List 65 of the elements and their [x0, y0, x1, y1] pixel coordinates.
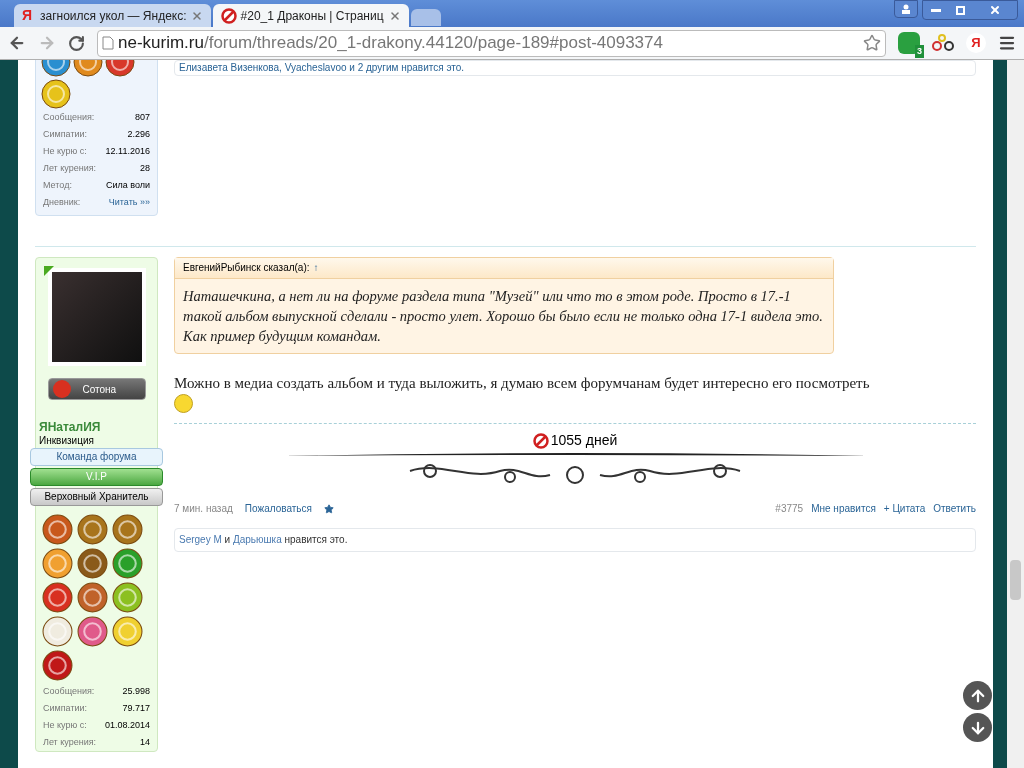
user-name[interactable]: ЯНаталИЯ — [39, 420, 101, 434]
post-time: 7 мин. назад — [174, 502, 233, 516]
rank-title: Сотона — [82, 382, 117, 397]
stat-value: 28 — [140, 162, 150, 175]
stat-label: Лет курения: — [43, 162, 97, 175]
browser-tab[interactable]: #20_1 Драконы | Страниц — [212, 4, 409, 27]
stat-label: Симпатии: — [43, 702, 88, 715]
user-title: Инквизиция — [39, 434, 94, 447]
likes-bar: Елизавета Визенкова, Vyacheslavoo и 2 другим нравится это. — [174, 60, 976, 76]
stat-label: Сообщения: — [43, 685, 95, 698]
post-number-link[interactable]: #3775 — [775, 501, 804, 516]
stat-label: Дневник: — [43, 196, 81, 209]
back-icon[interactable] — [8, 34, 26, 52]
stat-label: Метод: — [43, 179, 72, 192]
stat-label: Не курю с: — [43, 719, 87, 732]
new-tab-button[interactable] — [410, 9, 441, 26]
close-icon[interactable] — [190, 9, 203, 22]
stat-value: 12.11.2016 — [105, 145, 150, 158]
user-banner: Команда форума — [30, 448, 163, 466]
user-banner: V.I.P — [30, 468, 163, 486]
stat-value: 79.717 — [122, 702, 150, 715]
quote-text: Наташечкина, а нет ли на форуме раздела типа "Музей" или что то в этом роде. Просто в 17.-1 такой альбом выпускной сделали - просто улет. Хорошо бы было если не только одна 17-1 видела это. Как пример будущим командам. — [182, 287, 824, 346]
likes-joiner: и — [224, 534, 231, 545]
url-text: ne-kurim.ru/forum/threads/20_1-drakony.44120/page-189#post-4093374 — [118, 32, 664, 55]
address-bar[interactable]: ne-kurim.ru/forum/threads/20_1-drakony.44120/page-189#post-4093374 — [97, 29, 886, 57]
reload-icon[interactable] — [68, 34, 85, 52]
menu-icon[interactable] — [998, 34, 1016, 52]
profile-icon[interactable] — [894, 0, 918, 18]
yandex-logo: Я — [22, 6, 34, 25]
no-smoking-icon — [532, 432, 549, 449]
stat-value: 01.08.2014 — [104, 719, 150, 732]
stat-label: Сообщения: — [43, 111, 95, 124]
tab-title: загноился укол — Яндекс: — [40, 7, 187, 25]
stat-label: Симпатии: — [43, 128, 88, 141]
post-action-link[interactable]: Ответить — [933, 501, 976, 516]
stat-value: Сила воли — [105, 179, 150, 192]
stat-label: Лет курения: — [43, 736, 97, 749]
page-icon — [102, 36, 114, 50]
stat-label: Не курю с: — [43, 145, 87, 158]
message-text: Можно в медиа создать альбом и туда выложить, я думаю всем форумчанам будет интересно его посмотреть — [174, 374, 871, 393]
stat-value: 2.296 — [127, 128, 150, 141]
forum-logo-icon — [220, 7, 237, 24]
stat-value: 807 — [134, 111, 150, 124]
signature-text: 1055 дней — [550, 431, 618, 450]
stat-value: 25.998 — [122, 685, 150, 698]
likes-suffix: нравится это. — [284, 534, 348, 545]
diary-link[interactable]: Читать »» — [108, 194, 150, 211]
browser-tab[interactable]: Я загноился укол — Яндекс: — [14, 4, 211, 27]
post-action-link[interactable]: Мне нравится — [811, 501, 876, 516]
close-icon[interactable] — [388, 9, 401, 22]
close-icon — [989, 4, 1001, 16]
user-banner: Верховный Хранитель — [30, 488, 163, 506]
user-link[interactable]: Дарьюшка — [232, 534, 282, 545]
star-icon[interactable] — [324, 503, 334, 514]
report-link[interactable]: Пожаловаться — [244, 501, 312, 516]
quote-author: ЕвгенийРыбинск сказал(а): — [183, 261, 310, 275]
user-link[interactable]: Sergey M — [179, 534, 222, 545]
bookmark-star-icon[interactable] — [863, 34, 881, 52]
tab-title: #20_1 Драконы | Страниц — [240, 7, 385, 25]
post-action-link[interactable]: + Цитата — [883, 501, 926, 516]
jump-link[interactable]: ↑ — [313, 258, 319, 278]
scrollbar[interactable] — [1007, 60, 1024, 768]
yandex-logo-icon[interactable]: Я — [966, 33, 986, 53]
extension-badge: 3 — [915, 44, 924, 58]
stat-value: 14 — [140, 736, 150, 749]
